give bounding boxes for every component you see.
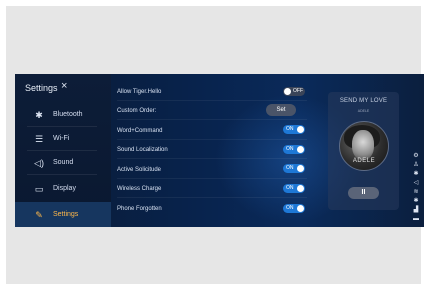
- setting-label: Phone Forgotten: [117, 206, 162, 212]
- divider: [117, 197, 307, 198]
- sound-localization-toggle[interactable]: ON: [283, 145, 305, 154]
- setting-row-sound-localization: Sound Localization: [117, 141, 307, 159]
- toggle-knob: [297, 126, 304, 133]
- pause-button[interactable]: II: [348, 187, 379, 199]
- wireless-charge-toggle[interactable]: ON: [283, 184, 305, 193]
- toggle-knob: [297, 185, 304, 192]
- wrench-icon: ✎: [35, 210, 43, 220]
- setting-row-wireless-charge: Wireless Charge: [117, 180, 307, 198]
- setting-row-allow-tiger-hello: Allow Tiger.Hello: [117, 83, 307, 101]
- toggle-state: OFF: [293, 88, 303, 94]
- allow-tiger-hello-toggle[interactable]: OFF: [283, 87, 305, 96]
- bluetooth-icon: ✱: [413, 198, 419, 204]
- divider: [27, 150, 97, 151]
- setting-row-active-solicitude: Active Solicitude: [117, 161, 307, 179]
- battery-icon: ▬: [413, 216, 419, 222]
- sidebar-header: Settings ×: [15, 74, 111, 102]
- active-solicitude-toggle[interactable]: ON: [283, 164, 305, 173]
- sidebar-item-settings[interactable]: ✎ Settings: [15, 202, 111, 227]
- divider: [117, 119, 307, 120]
- bluetooth-icon: ✱: [413, 171, 419, 177]
- sidebar-item-label: Sound: [53, 159, 74, 166]
- toggle-knob: [297, 146, 304, 153]
- divider: [27, 174, 97, 175]
- album-art: ADELE: [339, 121, 389, 171]
- setting-row-word-command: Word+Command: [117, 122, 307, 140]
- settings-sidebar: Settings × ✱ Bluetooth ☰ Wi-Fi ◁) Sound …: [15, 74, 111, 227]
- toggle-state: ON: [286, 205, 294, 211]
- status-bar: ⚙ ♙ ✱ ◁ ≋ ✱ ▟ ▬: [410, 152, 422, 224]
- sidebar-item-label: Display: [53, 185, 76, 192]
- setting-row-phone-forgotten: Phone Forgotten: [117, 200, 307, 218]
- bluetooth-icon: ✱: [35, 110, 43, 120]
- toggle-state: ON: [286, 185, 294, 191]
- gear-icon: ⚙: [413, 153, 419, 159]
- signal-icon: ▟: [413, 207, 419, 213]
- divider: [27, 126, 97, 127]
- song-title: SEND MY LOVE: [339, 98, 388, 104]
- speaker-icon: ◁: [413, 180, 419, 186]
- wifi-icon: ☰: [34, 134, 44, 144]
- setting-label: Allow Tiger.Hello: [117, 89, 162, 95]
- media-player-card: SEND MY LOVE ADELE ADELE II: [328, 92, 399, 210]
- divider: [117, 158, 307, 159]
- speaker-icon: ◁): [34, 158, 44, 168]
- sidebar-item-bluetooth[interactable]: ✱ Bluetooth: [15, 104, 111, 126]
- phone-forgotten-toggle[interactable]: ON: [283, 204, 305, 213]
- setting-label: Word+Command: [117, 128, 163, 134]
- album-art-face: [352, 130, 374, 160]
- toggle-state: ON: [286, 165, 294, 171]
- divider: [117, 100, 307, 101]
- sidebar-title: Settings: [25, 83, 58, 93]
- toggle-knob: [297, 165, 304, 172]
- person-icon: ♙: [413, 162, 419, 168]
- display-icon: ▭: [34, 184, 44, 194]
- setting-label: Active Solicitude: [117, 167, 162, 173]
- custom-order-set-button[interactable]: Set: [266, 104, 296, 116]
- album-art-text: ADELE: [352, 158, 376, 164]
- divider: [117, 139, 307, 140]
- toggle-state: ON: [286, 146, 294, 152]
- sidebar-item-label: Wi-Fi: [53, 135, 70, 142]
- infotainment-screen: Settings × ✱ Bluetooth ☰ Wi-Fi ◁) Sound …: [15, 74, 424, 227]
- divider: [117, 178, 307, 179]
- close-icon[interactable]: ×: [61, 80, 67, 92]
- sidebar-item-wifi[interactable]: ☰ Wi-Fi: [15, 128, 111, 150]
- sidebar-item-label: Settings: [53, 211, 79, 218]
- sidebar-item-sound[interactable]: ◁) Sound: [15, 152, 111, 174]
- toggle-state: ON: [286, 126, 294, 132]
- sidebar-item-label: Bluetooth: [53, 111, 83, 118]
- artist-name: ADELE: [357, 109, 370, 113]
- setting-label: Sound Localization: [117, 147, 168, 153]
- setting-label: Custom Order:: [117, 108, 157, 114]
- wifi-icon: ≋: [413, 189, 419, 195]
- sidebar-item-display[interactable]: ▭ Display: [15, 178, 111, 200]
- word-command-toggle[interactable]: ON: [283, 125, 305, 134]
- toggle-knob: [297, 205, 304, 212]
- toggle-knob: [284, 88, 291, 95]
- setting-label: Wireless Charge: [117, 186, 162, 192]
